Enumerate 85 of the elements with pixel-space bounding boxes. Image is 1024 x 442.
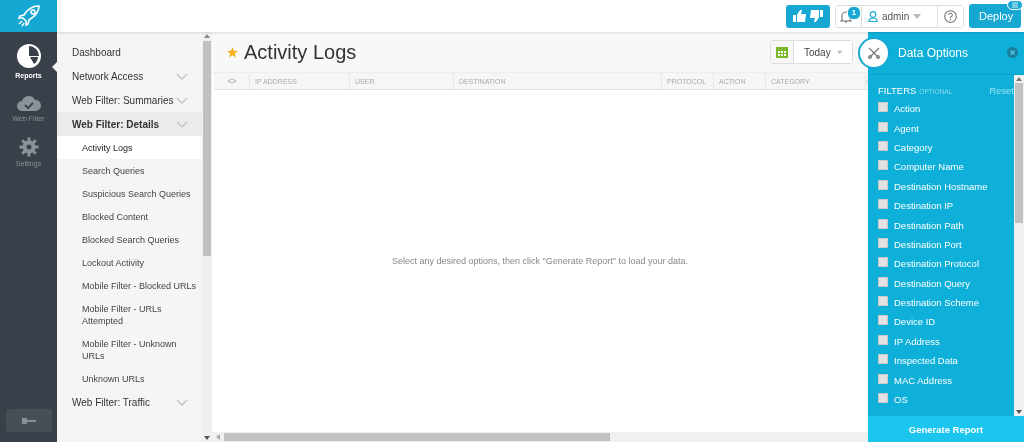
menu-item[interactable]: Activity Logs xyxy=(57,136,202,159)
checkbox[interactable] xyxy=(878,140,888,151)
thumbs-up-down-icon xyxy=(793,9,823,23)
filter-label: Action xyxy=(894,103,921,115)
close-icon[interactable] xyxy=(1007,47,1018,58)
empty-state-message: Select any desired options, then click "Generate Report" to load your data. xyxy=(391,256,689,266)
checkbox[interactable] xyxy=(878,393,888,404)
menu-item[interactable]: Blocked Content xyxy=(57,205,202,228)
filter-label: Destination Hostname xyxy=(894,180,988,192)
checkbox[interactable] xyxy=(878,296,888,307)
menu-item[interactable]: Network Access xyxy=(57,64,202,88)
chevron-down-icon[interactable] xyxy=(176,96,188,104)
filter-label: Destination IP xyxy=(894,200,954,212)
filter-label: Device ID xyxy=(894,316,936,328)
checkbox[interactable] xyxy=(878,179,888,190)
chevron-down-icon[interactable] xyxy=(176,72,188,80)
menu-item[interactable]: Lockout Activity xyxy=(57,251,202,274)
menu-item[interactable]: Mobile Filter - Blocked URLs xyxy=(57,274,202,297)
checkbox[interactable] xyxy=(878,334,888,345)
scroll-up-icon xyxy=(204,34,210,38)
menu-item[interactable]: Web Filter: Summaries xyxy=(57,88,202,112)
filter-label: Destination Path xyxy=(894,219,964,231)
star-icon[interactable] xyxy=(227,46,238,58)
checkbox[interactable] xyxy=(878,276,888,287)
checkbox[interactable] xyxy=(878,315,888,326)
filter-label: IP Address xyxy=(894,335,940,347)
menu-item[interactable]: Mobile Filter - Unknown URLs xyxy=(57,332,202,367)
page-title: Activity Logs xyxy=(244,40,357,64)
scrollbar[interactable] xyxy=(202,32,212,442)
caret-icon xyxy=(836,49,842,55)
checkbox[interactable] xyxy=(878,199,888,210)
filter-label: Destination Protocol xyxy=(894,258,980,270)
scroll-up-icon xyxy=(1016,77,1022,81)
feedback-button[interactable] xyxy=(786,4,830,28)
rocket-icon xyxy=(16,5,41,27)
menu-item[interactable]: Search Queries xyxy=(57,159,202,182)
checkbox[interactable] xyxy=(878,218,888,229)
filter-label: Agent xyxy=(894,122,919,134)
pie-chart-icon xyxy=(15,43,42,69)
calendar-icon xyxy=(776,46,788,58)
panel-title: Data Options xyxy=(898,46,969,60)
settings-icon xyxy=(18,137,39,157)
notification-count: 1 xyxy=(847,5,861,20)
scroll-down-icon xyxy=(1016,410,1022,414)
filter-label: Destination Port xyxy=(894,238,962,250)
checkbox[interactable] xyxy=(878,257,888,268)
calendar-button[interactable] xyxy=(771,41,794,63)
caret-icon xyxy=(913,13,922,19)
filter-label: Inspected Data xyxy=(894,355,958,367)
checkbox[interactable] xyxy=(878,354,888,365)
tools-icon xyxy=(868,47,880,59)
filter-label: MAC Address xyxy=(894,374,953,386)
horizontal-scrollbar[interactable] xyxy=(212,432,868,442)
help-icon xyxy=(944,9,957,23)
checkbox[interactable] xyxy=(878,373,888,384)
checkbox[interactable] xyxy=(878,237,888,248)
user-icon xyxy=(868,10,878,22)
checkbox[interactable] xyxy=(878,121,888,132)
menu-item[interactable]: Web Filter: Details xyxy=(57,112,202,136)
filter-label: Destination Scheme xyxy=(894,297,980,309)
scroll-down-icon xyxy=(204,436,210,440)
key-icon xyxy=(21,416,36,425)
chevron-down-icon[interactable] xyxy=(176,120,188,128)
key-button[interactable] xyxy=(5,409,52,432)
eye-icon[interactable] xyxy=(226,78,237,84)
filter-label: Category xyxy=(894,141,933,153)
scroll-left-icon xyxy=(216,434,220,440)
menu-item[interactable]: Mobile Filter - URLs Attempted xyxy=(57,297,202,332)
cloud-check-icon xyxy=(15,94,42,112)
filter-label: OS xyxy=(894,394,908,406)
tools-button[interactable] xyxy=(858,37,890,69)
menu-item[interactable]: Suspicious Search Queries xyxy=(57,182,202,205)
menu-item[interactable]: Unknown URLs xyxy=(57,367,202,390)
filter-label: Destination Query xyxy=(894,277,971,289)
filter-label: Computer Name xyxy=(894,161,964,173)
bell-icon xyxy=(840,9,852,23)
menu-item[interactable]: Web Filter: Traffic xyxy=(57,390,202,414)
scrollbar[interactable] xyxy=(1014,75,1024,416)
logo-tile[interactable] xyxy=(0,0,57,32)
menu-item[interactable]: Blocked Search Queries xyxy=(57,228,202,251)
chevron-down-icon[interactable] xyxy=(176,398,188,406)
menu-item[interactable]: Dashboard xyxy=(57,40,202,64)
section-label: FILTERS xyxy=(878,85,917,96)
checkbox[interactable] xyxy=(878,102,888,113)
checkbox[interactable] xyxy=(878,160,888,171)
